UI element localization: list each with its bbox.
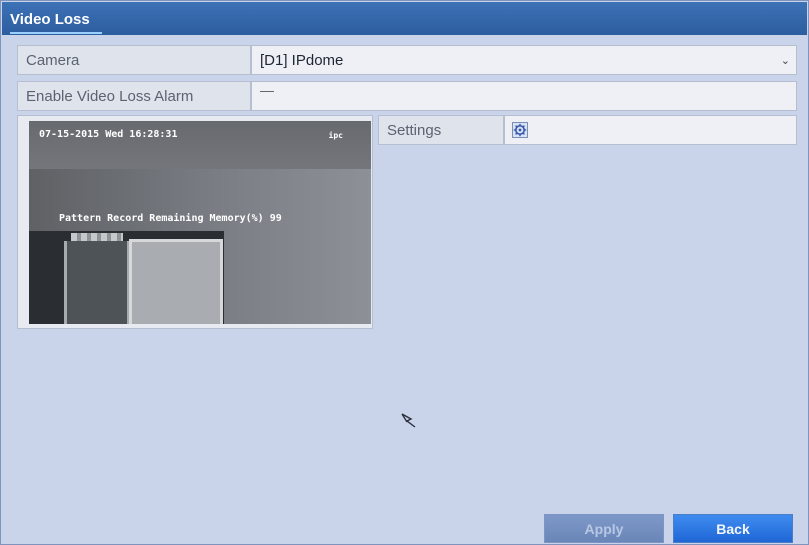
preview-message: Pattern Record Remaining Memory(%) 99: [59, 213, 282, 224]
camera-select[interactable]: [D1] IPdome ⌄: [251, 45, 797, 75]
preview-camera-tag: ipc: [328, 131, 343, 140]
enable-video-loss-checkbox[interactable]: [260, 91, 274, 95]
tab-video-loss[interactable]: Video Loss: [10, 8, 90, 32]
enable-video-loss-label: Enable Video Loss Alarm: [17, 81, 251, 111]
enable-video-loss-cell: [251, 81, 797, 111]
preview-cabinet-panel: [129, 239, 223, 324]
preview-cabinet-door: [64, 241, 130, 324]
video-loss-dialog: Video Loss Camera [D1] IPdome ⌄ Enable V…: [0, 0, 809, 545]
camera-preview-panel: 07-15-2015 Wed 16:28:31 ipc Pattern Reco…: [17, 115, 373, 329]
gear-icon: [513, 123, 527, 137]
apply-button[interactable]: Apply: [544, 514, 664, 543]
preview-timestamp: 07-15-2015 Wed 16:28:31: [39, 129, 178, 140]
settings-cell: [504, 115, 797, 145]
settings-label: Settings: [378, 115, 504, 145]
mouse-cursor-icon: [401, 413, 416, 428]
camera-preview: 07-15-2015 Wed 16:28:31 ipc Pattern Reco…: [29, 121, 371, 324]
settings-button[interactable]: [512, 122, 528, 138]
camera-label: Camera: [17, 45, 251, 75]
camera-select-value: [D1] IPdome: [260, 52, 344, 69]
back-button[interactable]: Back: [673, 514, 793, 543]
chevron-down-icon: ⌄: [780, 55, 790, 67]
title-bar: Video Loss: [2, 2, 807, 35]
tab-underline: [10, 32, 102, 34]
